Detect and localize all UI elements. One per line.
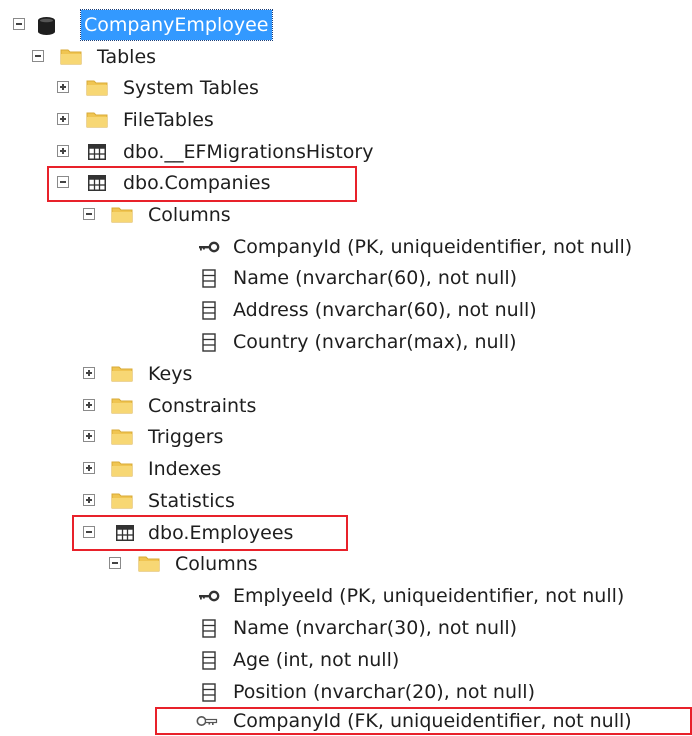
column-label: Position (nvarchar(20), not null): [233, 681, 535, 703]
tree-node-column[interactable]: Position (nvarchar(20), not null): [0, 677, 692, 707]
migrations-table-label: dbo.__EFMigrationsHistory: [123, 141, 374, 163]
tree-node-statistics[interactable]: Statistics: [0, 486, 692, 516]
collapse-toggle[interactable]: [109, 557, 121, 569]
expand-toggle[interactable]: [83, 399, 95, 411]
folder-icon: [111, 460, 133, 477]
tree-node-triggers[interactable]: Triggers: [0, 422, 692, 452]
tree-node-column[interactable]: Name (nvarchar(30), not null): [0, 613, 692, 643]
folder-icon: [111, 365, 133, 382]
expand-toggle[interactable]: [83, 462, 95, 474]
column-icon: [202, 683, 216, 702]
primary-key-icon: [198, 590, 220, 602]
collapse-toggle[interactable]: [32, 50, 44, 62]
tree-node-filetables[interactable]: FileTables: [0, 105, 692, 135]
table-icon: [88, 175, 106, 191]
column-label: EmplyeeId (PK, uniqueidentifier, not nul…: [233, 585, 625, 607]
column-label: CompanyId (PK, uniqueidentifier, not nul…: [233, 236, 633, 258]
tree-node-column[interactable]: CompanyId (PK, uniqueidentifier, not nul…: [0, 232, 692, 262]
column-icon: [202, 619, 216, 638]
tree-node-employees-columns[interactable]: Columns: [0, 549, 692, 579]
system-tables-label: System Tables: [123, 77, 259, 99]
tree-node-companies-columns[interactable]: Columns: [0, 200, 692, 230]
column-icon: [202, 651, 216, 670]
column-label: Address (nvarchar(60), not null): [233, 299, 537, 321]
tree-node-column[interactable]: Name (nvarchar(60), not null): [0, 263, 692, 293]
tree-node-column[interactable]: Country (nvarchar(max), null): [0, 327, 692, 357]
folder-icon: [111, 492, 133, 509]
foreign-key-icon: [196, 715, 218, 727]
column-label: Country (nvarchar(max), null): [233, 331, 517, 353]
column-label: Name (nvarchar(60), not null): [233, 267, 518, 289]
expand-toggle[interactable]: [83, 494, 95, 506]
tree-node-indexes[interactable]: Indexes: [0, 454, 692, 484]
tree-node-column[interactable]: CompanyId (FK, uniqueidentifier, not nul…: [0, 706, 692, 736]
expand-toggle[interactable]: [83, 430, 95, 442]
database-name: CompanyEmployee: [80, 9, 273, 41]
column-label: Name (nvarchar(30), not null): [233, 617, 518, 639]
columns-folder-label: Columns: [148, 204, 231, 226]
folder-icon: [111, 397, 133, 414]
column-icon: [202, 301, 216, 320]
folder-icon: [111, 206, 133, 223]
tree-node-constraints[interactable]: Constraints: [0, 391, 692, 421]
collapse-toggle[interactable]: [83, 208, 95, 220]
subfolder-label: Statistics: [148, 490, 235, 512]
collapse-toggle[interactable]: [13, 18, 25, 30]
folder-icon: [86, 111, 108, 128]
expand-toggle[interactable]: [57, 113, 69, 125]
folder-icon: [60, 48, 82, 65]
tree-node-column[interactable]: Age (int, not null): [0, 645, 692, 675]
tree-node-tables[interactable]: Tables: [0, 42, 692, 72]
tree-node-employees-table[interactable]: dbo.Employees: [0, 518, 692, 548]
columns-folder-label: Columns: [175, 553, 258, 575]
folder-icon: [86, 79, 108, 96]
collapse-toggle[interactable]: [57, 176, 69, 188]
filetables-label: FileTables: [123, 109, 214, 131]
object-explorer-tree: { "tree": { "database": "CompanyEmployee…: [0, 0, 692, 735]
tree-node-keys[interactable]: Keys: [0, 359, 692, 389]
subfolder-label: Triggers: [148, 426, 224, 448]
collapse-toggle[interactable]: [83, 526, 95, 538]
column-label: Age (int, not null): [233, 649, 400, 671]
column-icon: [202, 269, 216, 288]
expand-toggle[interactable]: [57, 145, 69, 157]
subfolder-label: Indexes: [148, 458, 222, 480]
database-icon: [38, 17, 55, 35]
tree-node-migrations-table[interactable]: dbo.__EFMigrationsHistory: [0, 137, 692, 167]
folder-icon: [138, 555, 160, 572]
tree-node-column[interactable]: Address (nvarchar(60), not null): [0, 295, 692, 325]
tables-folder-label: Tables: [97, 46, 157, 68]
subfolder-label: Keys: [148, 363, 193, 385]
expand-toggle[interactable]: [83, 367, 95, 379]
tree-node-companies-table[interactable]: dbo.Companies: [0, 168, 692, 198]
expand-toggle[interactable]: [57, 81, 69, 93]
tree-node-database[interactable]: CompanyEmployee: [0, 9, 692, 41]
primary-key-icon: [198, 241, 220, 253]
table-icon: [116, 525, 134, 541]
column-icon: [202, 333, 216, 352]
table-icon: [88, 144, 106, 160]
employees-table-label: dbo.Employees: [148, 522, 294, 544]
tree-node-column[interactable]: EmplyeeId (PK, uniqueidentifier, not nul…: [0, 581, 692, 611]
folder-icon: [111, 428, 133, 445]
subfolder-label: Constraints: [148, 395, 257, 417]
column-label: CompanyId (FK, uniqueidentifier, not nul…: [233, 710, 632, 732]
tree-node-system-tables[interactable]: System Tables: [0, 73, 692, 103]
companies-table-label: dbo.Companies: [123, 172, 271, 194]
